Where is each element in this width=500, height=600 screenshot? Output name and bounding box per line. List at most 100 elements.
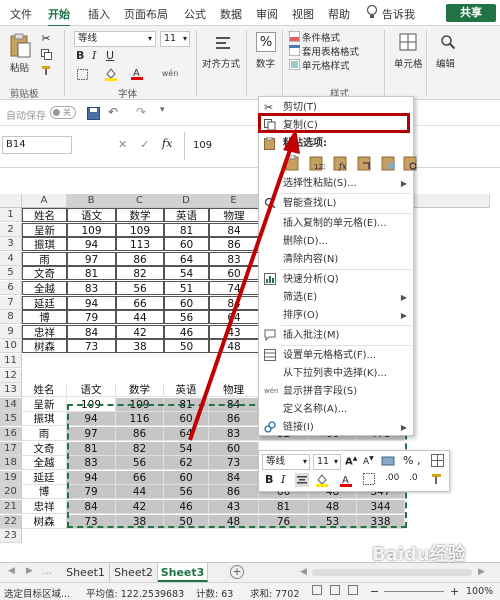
table-cell[interactable]: 博 [22, 485, 67, 500]
table-cell[interactable]: 113 [116, 237, 164, 252]
select-all-corner[interactable] [0, 194, 22, 208]
table-cell[interactable]: 振琪 [22, 237, 67, 252]
search-icon[interactable] [438, 32, 458, 52]
table-cell[interactable]: 81 [164, 222, 209, 237]
bold-icon[interactable]: B [265, 473, 273, 486]
row-header[interactable]: 3 [0, 237, 22, 252]
table-cell[interactable]: 呈新 [22, 397, 67, 412]
decrease-font-icon[interactable]: A▼ [363, 455, 374, 467]
page-layout-view-icon[interactable] [330, 585, 340, 595]
currency-icon[interactable] [381, 454, 395, 468]
table-cell[interactable]: 94 [67, 470, 116, 485]
table-cell[interactable]: 74 [209, 281, 259, 295]
table-cell[interactable]: 50 [164, 339, 209, 354]
scroll-right-arrow-icon[interactable]: ▶ [478, 567, 485, 577]
menu-item-delete[interactable]: 删除(D)... [259, 233, 413, 250]
row-header[interactable]: 11 [0, 354, 22, 368]
more-sheets-icon[interactable]: … [42, 566, 52, 577]
table-cell[interactable]: 81 [67, 266, 116, 281]
column-header-extra[interactable] [414, 194, 490, 208]
table-cell[interactable]: 83 [209, 427, 259, 441]
table-cell[interactable]: 94 [67, 237, 116, 252]
tab-formulas[interactable]: 公式 [184, 6, 206, 22]
undo-icon[interactable]: ↶ [108, 105, 118, 119]
table-cell[interactable]: 97 [67, 427, 116, 441]
table-cell[interactable]: 树森 [22, 339, 67, 354]
tab-file[interactable]: 文件 [10, 6, 32, 22]
table-cell[interactable]: 86 [116, 251, 164, 266]
row-header[interactable]: 19 [0, 470, 22, 485]
table-cell[interactable]: 54 [164, 266, 209, 281]
table-cell[interactable]: 振琪 [22, 412, 67, 427]
normal-view-icon[interactable] [312, 585, 322, 595]
table-cell[interactable]: 语文 [67, 208, 116, 222]
column-header-e[interactable]: E [209, 194, 259, 208]
menu-item-clear[interactable]: 清除内容(N) [259, 251, 413, 268]
save-icon[interactable] [86, 106, 100, 120]
table-cell[interactable]: 延廷 [22, 295, 67, 310]
table-cell[interactable]: 84 [67, 324, 116, 339]
menu-item-phonetic[interactable]: wén 显示拼音字段(S) [259, 383, 413, 400]
menu-item-define-name[interactable]: 定义名称(A)... [259, 401, 413, 418]
row-header[interactable]: 23 [0, 529, 22, 544]
borders-icon[interactable] [76, 68, 88, 80]
table-cell[interactable]: 82 [116, 441, 164, 456]
tab-help[interactable]: 帮助 [328, 6, 350, 22]
menu-item-sort[interactable]: 排序(O) ▶ [259, 307, 413, 324]
font-color-icon[interactable]: A [339, 473, 355, 487]
table-cell[interactable]: 60 [164, 295, 209, 310]
font-size-combo[interactable]: 11 ▾ [160, 31, 190, 47]
row-header[interactable]: 10 [0, 339, 22, 354]
table-cell[interactable]: 忠祥 [22, 500, 67, 514]
table-cell[interactable]: 54 [164, 441, 209, 456]
cells-label[interactable]: 单元格 [394, 56, 423, 70]
table-cell[interactable]: 83 [67, 456, 116, 471]
table-cell[interactable]: 全越 [22, 456, 67, 471]
tab-insert[interactable]: 插入 [88, 6, 110, 22]
table-cell[interactable]: 56 [164, 310, 209, 325]
percent-icon[interactable]: % [256, 32, 276, 52]
column-header-c[interactable]: C [116, 194, 164, 208]
table-cell[interactable]: 数学 [116, 383, 164, 398]
table-cell[interactable]: 38 [116, 514, 164, 529]
italic-icon[interactable]: I [281, 473, 285, 486]
zoom-slider[interactable] [384, 591, 444, 592]
horizontal-scrollbar[interactable]: ◀ [300, 567, 307, 577]
table-cell[interactable]: 79 [67, 485, 116, 500]
table-cell[interactable]: 84 [209, 470, 259, 485]
table-cell[interactable]: 44 [116, 310, 164, 325]
row-header[interactable]: 13 [0, 383, 22, 398]
table-cell[interactable]: 109 [67, 397, 116, 412]
table-cell[interactable]: 338 [357, 514, 405, 529]
font-name-combo[interactable]: 等线 ▾ [74, 31, 156, 47]
table-cell[interactable]: 文奇 [22, 441, 67, 456]
table-cell[interactable]: 56 [116, 281, 164, 295]
table-cell[interactable]: 43 [209, 324, 259, 339]
table-cell[interactable]: 64 [164, 427, 209, 441]
row-header[interactable]: 5 [0, 266, 22, 281]
underline-icon[interactable]: U [106, 49, 114, 62]
tab-review[interactable]: 审阅 [256, 6, 278, 22]
table-cell[interactable]: 呈新 [22, 222, 67, 237]
table-cell[interactable]: 94 [67, 412, 116, 427]
scroll-right-icon[interactable]: ▶ [26, 566, 33, 576]
table-format-icon[interactable] [288, 44, 300, 56]
table-cell[interactable]: 数学 [116, 208, 164, 222]
zoom-out-icon[interactable]: − [370, 585, 379, 598]
paste-values-icon[interactable]: 123 [309, 155, 327, 174]
table-cell[interactable]: 56 [164, 485, 209, 500]
table-cell[interactable]: 83 [209, 251, 259, 266]
table-cell[interactable]: 109 [116, 222, 164, 237]
menu-item-copy[interactable]: 复制(C) [259, 117, 413, 134]
fill-color-icon[interactable] [315, 473, 331, 487]
sheet-tab-3[interactable]: Sheet3 [158, 563, 208, 582]
table-cell[interactable]: 109 [116, 397, 164, 412]
cancel-icon[interactable]: ✕ [118, 138, 127, 151]
column-header-b[interactable]: B [67, 194, 116, 208]
table-cell[interactable]: 64 [209, 310, 259, 325]
paste-label[interactable]: 粘贴 [10, 60, 29, 74]
borders-icon[interactable] [363, 473, 377, 487]
table-cell[interactable]: 86 [116, 427, 164, 441]
copy-icon[interactable] [40, 48, 52, 60]
row-header[interactable]: 18 [0, 456, 22, 471]
